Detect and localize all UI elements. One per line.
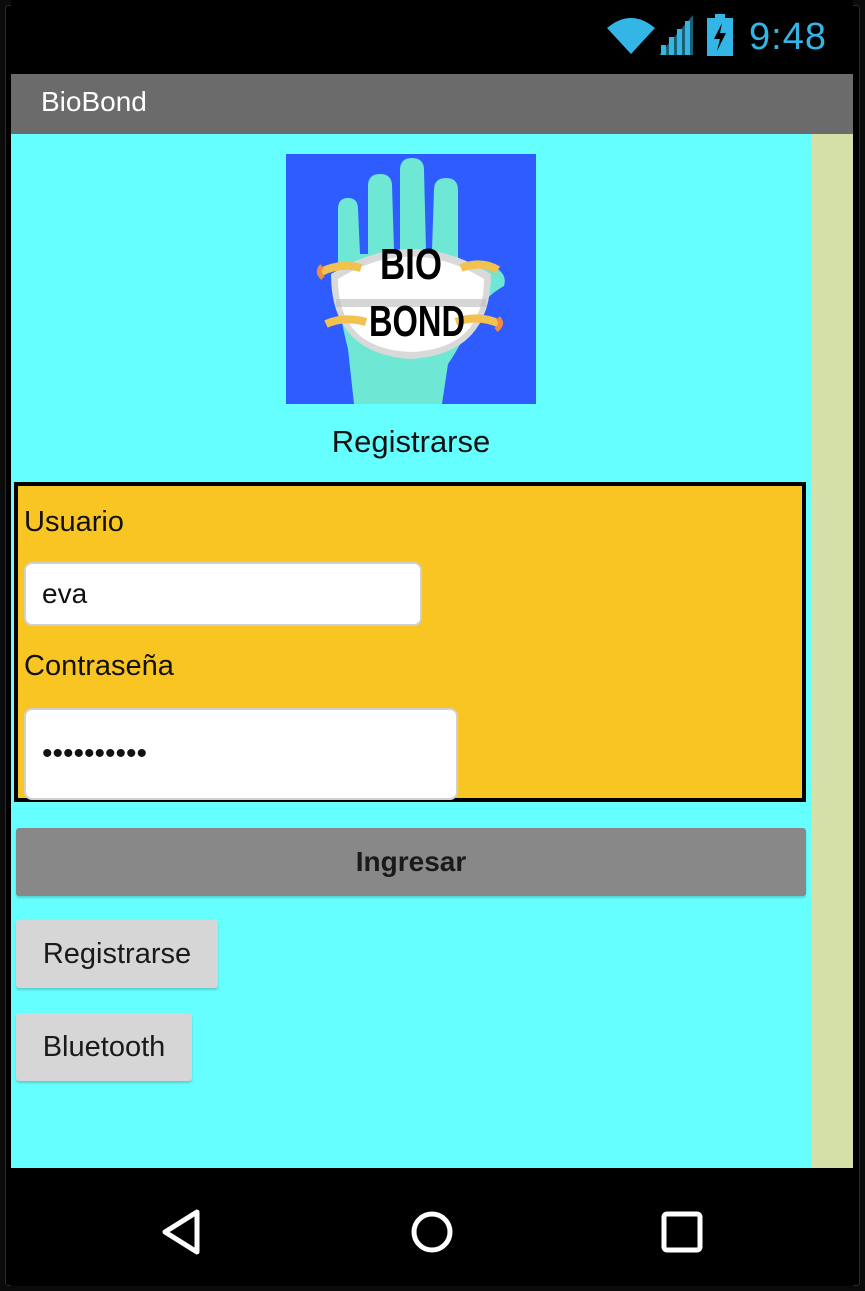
login-button[interactable]: Ingresar: [16, 828, 806, 896]
home-icon[interactable]: [402, 1202, 462, 1262]
status-icons: 9:48: [605, 14, 827, 61]
login-form: Usuario Contraseña: [14, 482, 806, 802]
password-label: Contraseña: [24, 650, 174, 682]
back-icon[interactable]: [155, 1202, 215, 1262]
navigation-bar: [11, 1168, 853, 1286]
status-bar: 9:48: [11, 0, 853, 74]
wifi-icon: [605, 14, 657, 61]
bluetooth-button[interactable]: Bluetooth: [16, 1013, 192, 1081]
register-heading: Registrarse: [331, 424, 491, 459]
username-input[interactable]: [24, 562, 422, 626]
status-time: 9:48: [749, 16, 827, 58]
logo-text-line2: BOND: [369, 297, 465, 346]
right-edge-strip: [811, 134, 853, 1168]
password-input[interactable]: [24, 708, 458, 800]
signal-icon: [659, 15, 694, 60]
main-content: BIO BOND Registrarse Usuario Contraseña …: [11, 134, 811, 1168]
register-button[interactable]: Registrarse: [16, 920, 218, 988]
app-title: BioBond: [41, 86, 147, 117]
logo-text-line1: BIO: [380, 240, 442, 289]
action-bar: BioBond: [11, 74, 853, 134]
app-logo-image: BIO BOND: [286, 154, 536, 404]
recents-icon[interactable]: [652, 1202, 712, 1262]
battery-charging-icon: [707, 14, 734, 61]
username-label: Usuario: [24, 506, 124, 538]
